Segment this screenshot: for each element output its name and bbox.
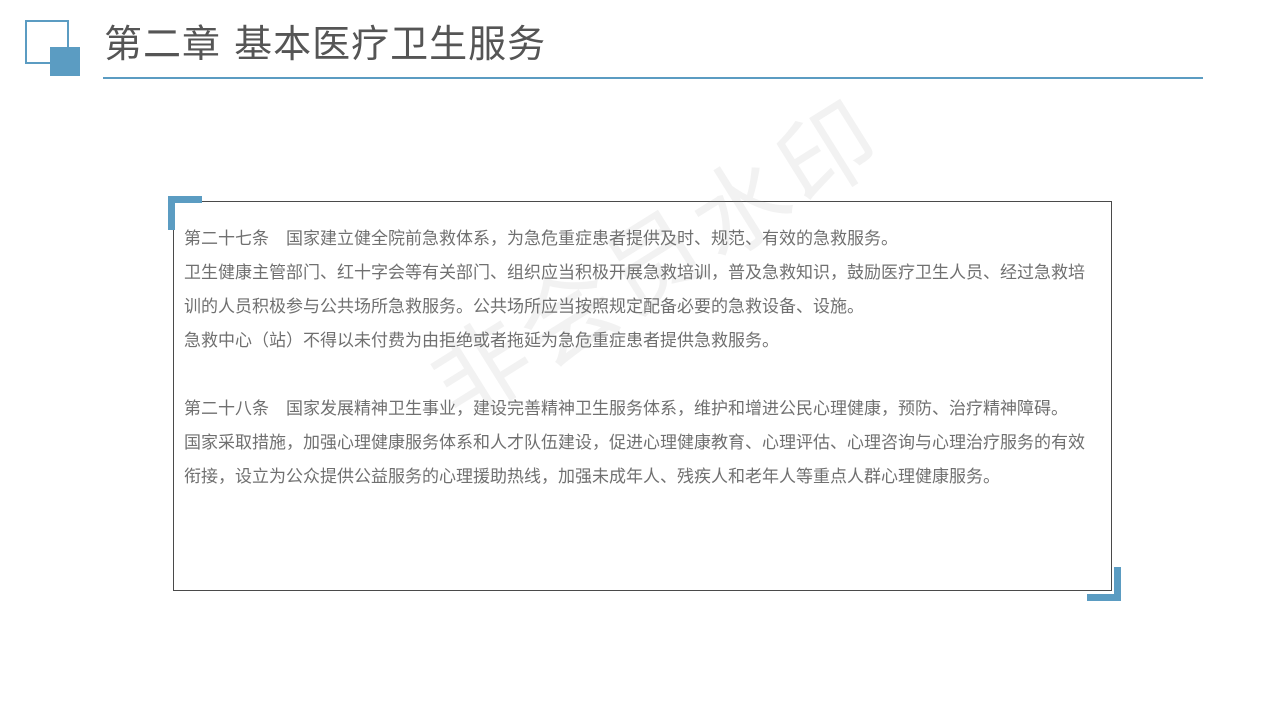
- corner-accent-bottom-right: [1087, 567, 1121, 601]
- content-body: 第二十七条 国家建立健全院前急救体系，为急危重症患者提供及时、规范、有效的急救服…: [184, 222, 1089, 494]
- logo-mark: [25, 20, 81, 76]
- article-27-line-1: 第二十七条 国家建立健全院前急救体系，为急危重症患者提供及时、规范、有效的急救服…: [184, 229, 898, 249]
- article-27-line-2: 卫生健康主管部门、红十字会等有关部门、组织应当积极开展急救培训，普及急救知识，鼓…: [184, 263, 1085, 317]
- article-27-line-3: 急救中心（站）不得以未付费为由拒绝或者拖延为急危重症患者提供急救服务。: [184, 331, 779, 351]
- title-divider: [103, 77, 1203, 79]
- article-28-line-1: 第二十八条 国家发展精神卫生事业，建设完善精神卫生服务体系，维护和增进公民心理健…: [184, 399, 1068, 419]
- article-28-line-2: 国家采取措施，加强心理健康服务体系和人才队伍建设，促进心理健康教育、心理评估、心…: [184, 433, 1085, 487]
- logo-filled-square: [50, 47, 80, 76]
- page-title: 第二章 基本医疗卫生服务: [104, 22, 547, 66]
